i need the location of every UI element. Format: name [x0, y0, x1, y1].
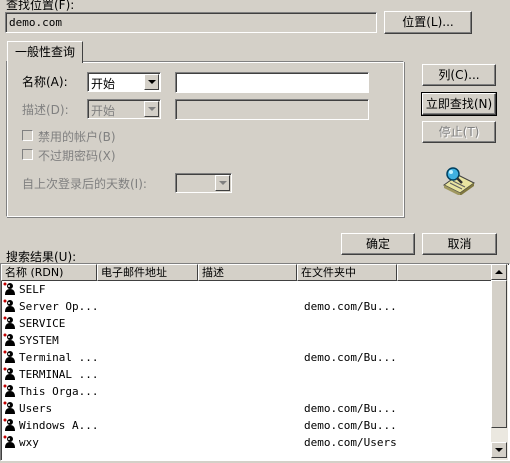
row-folder: demo.com/Bu... — [304, 419, 397, 432]
group-icon — [3, 367, 17, 381]
vertical-scrollbar[interactable] — [491, 264, 508, 460]
table-row[interactable]: wxy demo.com/Users — [1, 434, 491, 451]
name-condition-value: 开始 — [91, 77, 116, 91]
group-icon — [3, 435, 17, 449]
row-name: Windows A... — [19, 419, 99, 432]
table-row[interactable]: SELF — [1, 281, 491, 298]
row-name: wxy — [19, 436, 39, 449]
search-icon — [440, 165, 476, 196]
row-name: Server Op... — [19, 300, 99, 313]
row-name: This Orga... — [19, 385, 99, 398]
results-list[interactable]: 名称 (RDN) 电子邮件地址 描述 在文件夹中 SELF Server Op..… — [0, 263, 510, 461]
days-since-logon-label: 自上次登录后的天数(I): — [22, 177, 147, 191]
group-icon — [3, 282, 17, 296]
scroll-thumb[interactable] — [491, 280, 507, 428]
table-row[interactable]: TERMINAL ... — [1, 366, 491, 383]
group-icon — [3, 299, 17, 313]
row-name: SELF — [19, 283, 46, 296]
name-condition-select[interactable]: 开始 — [87, 72, 161, 92]
description-input[interactable] — [175, 99, 369, 120]
cancel-button[interactable]: 取消 — [422, 233, 497, 255]
tab-general-query[interactable]: 一般性查询 — [7, 41, 83, 63]
group-icon — [3, 333, 17, 347]
table-row[interactable]: SYSTEM — [1, 332, 491, 349]
description-condition-select[interactable]: 开始 — [87, 99, 161, 119]
chevron-down-icon[interactable] — [215, 175, 230, 191]
table-row[interactable]: Terminal ... demo.com/Bu... — [1, 349, 491, 366]
name-input[interactable] — [175, 72, 369, 93]
columns-button[interactable]: 列(C)... — [422, 64, 496, 86]
name-label: 名称(A): — [22, 75, 68, 89]
ok-button[interactable]: 确定 — [341, 233, 415, 255]
scroll-down-button[interactable] — [491, 442, 507, 458]
scroll-up-button[interactable] — [491, 264, 507, 280]
description-condition-value: 开始 — [91, 104, 116, 118]
row-name: TERMINAL ... — [19, 368, 99, 381]
stop-button[interactable]: 停止(T) — [422, 121, 496, 143]
row-folder: demo.com/Users — [304, 436, 397, 449]
table-row[interactable]: Users demo.com/Bu... — [1, 400, 491, 417]
column-header-filler — [397, 264, 493, 281]
group-icon — [3, 418, 17, 432]
row-folder: demo.com/Bu... — [304, 351, 397, 364]
row-name: SERVICE — [19, 317, 66, 330]
disabled-accounts-checkbox[interactable] — [22, 130, 33, 141]
table-row[interactable]: This Orga... — [1, 383, 491, 400]
chevron-down-icon[interactable] — [144, 101, 159, 117]
group-icon — [3, 401, 17, 415]
row-name: Users — [19, 402, 53, 415]
disabled-accounts-label: 禁用的帐户(B) — [38, 130, 116, 144]
column-header-name[interactable]: 名称 (RDN) — [1, 264, 97, 281]
table-row[interactable]: SERVICE — [1, 315, 491, 332]
group-icon — [3, 316, 17, 330]
row-folder: demo.com/Bu... — [304, 300, 397, 313]
column-header-email[interactable]: 电子邮件地址 — [97, 264, 198, 281]
find-now-button[interactable]: 立即查找(N) — [421, 92, 497, 116]
row-name: Terminal ... — [19, 351, 99, 364]
table-row[interactable]: Windows A... demo.com/Bu... — [1, 417, 491, 434]
description-label: 描述(D): — [22, 103, 69, 117]
days-since-logon-select[interactable] — [175, 173, 232, 193]
chevron-down-icon[interactable] — [144, 74, 159, 90]
location-browse-button[interactable]: 位置(L)... — [384, 11, 472, 34]
row-folder: demo.com/Bu... — [304, 402, 397, 415]
arrow-up-icon — [495, 270, 503, 274]
column-header-description[interactable]: 描述 — [198, 264, 297, 281]
non-expiring-password-checkbox[interactable] — [22, 149, 33, 160]
table-row[interactable]: Server Op... demo.com/Bu... — [1, 298, 491, 315]
non-expiring-password-label: 不过期密码(X) — [38, 149, 116, 163]
search-location-field[interactable]: demo.com — [5, 12, 377, 33]
group-icon — [3, 384, 17, 398]
arrow-down-icon — [495, 448, 503, 452]
results-header: 名称 (RDN) 电子邮件地址 描述 在文件夹中 — [1, 264, 493, 281]
results-rows: SELF Server Op... demo.com/Bu... SERVICE SYS… — [1, 281, 491, 460]
row-name: SYSTEM — [19, 334, 59, 347]
column-header-folder[interactable]: 在文件夹中 — [297, 264, 397, 281]
group-icon — [3, 350, 17, 364]
